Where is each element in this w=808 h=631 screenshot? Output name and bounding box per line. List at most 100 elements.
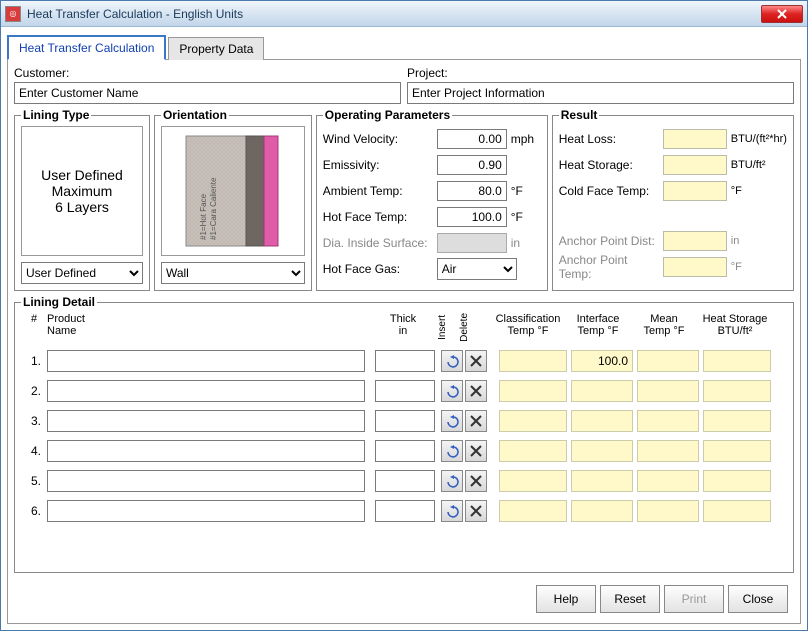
insert-button[interactable] <box>441 410 463 432</box>
insert-button[interactable] <box>441 500 463 522</box>
classification-value <box>499 470 567 492</box>
main-panel: Customer: Project: Lining Type User Defi… <box>7 59 801 624</box>
lining-type-select[interactable]: User Defined <box>21 262 143 284</box>
col-thick: Thickin <box>369 313 437 342</box>
mean-value <box>637 500 699 522</box>
lining-type-legend: Lining Type <box>21 108 91 122</box>
orientation-legend: Orientation <box>161 108 229 122</box>
wind-input[interactable] <box>437 129 507 149</box>
customer-project-row: Customer: Project: <box>14 66 794 104</box>
project-label: Project: <box>407 66 794 80</box>
insert-button[interactable] <box>441 440 463 462</box>
emissivity-input[interactable] <box>437 155 507 175</box>
tab-heat-transfer[interactable]: Heat Transfer Calculation <box>7 35 166 60</box>
heatstorage-value <box>663 155 727 175</box>
delete-button[interactable] <box>465 470 487 492</box>
thickness-input[interactable] <box>375 440 435 462</box>
wind-label: Wind Velocity: <box>323 132 433 146</box>
thickness-input[interactable] <box>375 410 435 432</box>
col-name: ProductName <box>47 313 369 342</box>
classification-value <box>499 440 567 462</box>
ambient-input[interactable] <box>437 181 507 201</box>
product-name-input[interactable] <box>47 410 365 432</box>
product-name-input[interactable] <box>47 470 365 492</box>
product-name-input[interactable] <box>47 380 365 402</box>
heatstorage-label: Heat Storage: <box>559 158 659 172</box>
interface-value <box>571 410 633 432</box>
lining-type-line2: Maximum <box>41 183 123 199</box>
heatloss-unit: BTU/(ft²*hr) <box>731 133 787 145</box>
ambient-label: Ambient Temp: <box>323 184 433 198</box>
hotface-input[interactable] <box>437 207 507 227</box>
mean-value <box>637 410 699 432</box>
lining-row: 5. <box>21 466 787 496</box>
help-button[interactable]: Help <box>536 585 596 613</box>
insert-button[interactable] <box>441 350 463 372</box>
dia-unit: in <box>511 236 541 250</box>
lining-row: 2. <box>21 376 787 406</box>
reset-button[interactable]: Reset <box>600 585 660 613</box>
thickness-input[interactable] <box>375 500 435 522</box>
heatloss-value <box>663 129 727 149</box>
classification-value <box>499 410 567 432</box>
hotface-label: Hot Face Temp: <box>323 210 433 224</box>
mean-value <box>637 350 699 372</box>
orientation-display: #1=Hot Face #1=Cara Caliente <box>161 126 305 256</box>
insert-button[interactable] <box>441 470 463 492</box>
window-title: Heat Transfer Calculation - English Unit… <box>27 7 761 21</box>
project-input[interactable] <box>407 82 794 104</box>
col-mean: MeanTemp °F <box>631 313 697 342</box>
heatstorage-value <box>703 440 771 462</box>
lining-detail-rows: 1. 100.0 2. 3. <box>21 346 787 526</box>
x-icon <box>470 415 482 427</box>
thickness-input[interactable] <box>375 350 435 372</box>
orientation-group: Orientation #1=Hot Face #1=Cara Caliente <box>154 108 312 291</box>
op-legend: Operating Parameters <box>323 108 452 122</box>
row-number: 4. <box>21 444 47 458</box>
delete-button[interactable] <box>465 380 487 402</box>
delete-button[interactable] <box>465 440 487 462</box>
delete-button[interactable] <box>465 410 487 432</box>
result-group: Result Heat Loss: BTU/(ft²*hr) Heat Stor… <box>552 108 794 291</box>
thickness-input[interactable] <box>375 380 435 402</box>
lining-row: 4. <box>21 436 787 466</box>
insert-button[interactable] <box>441 380 463 402</box>
mean-value <box>637 470 699 492</box>
interface-value <box>571 470 633 492</box>
window-close-button[interactable] <box>761 5 803 23</box>
anchor-dist-label: Anchor Point Dist: <box>559 234 659 248</box>
thickness-input[interactable] <box>375 470 435 492</box>
lining-detail-group: Lining Detail # ProductName Thickin Inse… <box>14 295 794 573</box>
col-classification: ClassificationTemp °F <box>491 313 565 342</box>
col-heatstorage: Heat StorageBTU/ft² <box>697 313 773 342</box>
lining-row: 1. 100.0 <box>21 346 787 376</box>
anchor-temp-unit: °F <box>731 261 742 273</box>
lining-detail-legend: Lining Detail <box>21 295 97 309</box>
anchor-dist-value <box>663 231 727 251</box>
product-name-input[interactable] <box>47 350 365 372</box>
heatstorage-value <box>703 410 771 432</box>
delete-button[interactable] <box>465 350 487 372</box>
ambient-unit: °F <box>511 184 541 198</box>
customer-input[interactable] <box>14 82 401 104</box>
close-button[interactable]: Close <box>728 585 788 613</box>
coldface-value <box>663 181 727 201</box>
row-number: 2. <box>21 384 47 398</box>
col-num: # <box>21 313 47 342</box>
product-name-input[interactable] <box>47 500 365 522</box>
delete-button[interactable] <box>465 500 487 522</box>
coldface-unit: °F <box>731 185 742 197</box>
interface-value: 100.0 <box>571 350 633 372</box>
product-name-input[interactable] <box>47 440 365 462</box>
tab-property-data[interactable]: Property Data <box>168 37 264 60</box>
lining-type-display: User Defined Maximum 6 Layers <box>21 126 143 256</box>
interface-value <box>571 440 633 462</box>
app-icon: ◎ <box>5 6 21 22</box>
lining-detail-header: # ProductName Thickin Insert Delete Clas… <box>21 313 787 346</box>
result-legend: Result <box>559 108 600 122</box>
orientation-select[interactable]: Wall <box>161 262 305 284</box>
gas-select[interactable]: Air <box>437 258 517 280</box>
print-button[interactable]: Print <box>664 585 724 613</box>
x-icon <box>470 475 482 487</box>
button-row: Help Reset Print Close <box>14 577 794 617</box>
